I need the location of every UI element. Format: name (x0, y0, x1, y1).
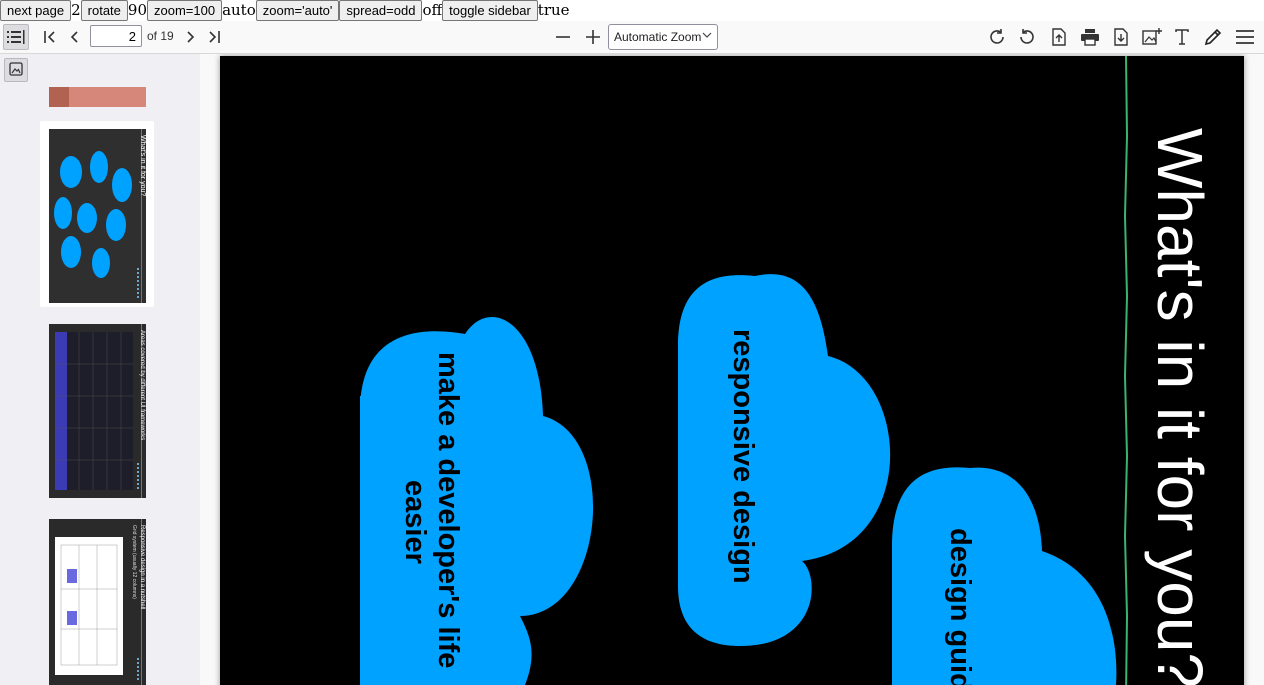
zoom-value: auto (222, 1, 256, 19)
bubble-3-line-1: design guid (944, 528, 976, 685)
image-icon (9, 61, 23, 80)
zoom-in-icon[interactable] (580, 24, 606, 50)
pdf-page: What's in it for you? make a developer's… (220, 56, 1244, 685)
thumbnail-title: Areas covered by different UI frameworks (139, 330, 145, 440)
accent-line (1123, 56, 1129, 685)
page-number-input[interactable] (90, 25, 142, 47)
menu-icon[interactable] (1232, 24, 1258, 50)
toggle-sidebar-button[interactable]: toggle sidebar (442, 0, 538, 21)
thumbnail-page-3[interactable]: Areas covered by different UI frameworks (40, 316, 154, 502)
open-file-icon[interactable] (1046, 24, 1072, 50)
slide-title: What's in it for you? (1144, 128, 1216, 685)
thumbnail-page-2[interactable]: What's in it for you? (40, 121, 154, 307)
thumbnail-sidebar: What's in it for you? Areas covered by d… (0, 54, 200, 685)
page-value: 2 (71, 1, 81, 19)
document-viewer[interactable]: What's in it for you? make a developer's… (200, 54, 1264, 685)
thumbnail-title: What's in it for you? (139, 135, 146, 196)
rotate-cw-icon[interactable] (984, 24, 1010, 50)
draw-icon[interactable] (1200, 24, 1226, 50)
zoom-out-icon[interactable] (550, 24, 576, 50)
thumbnail-subtitle: Grid system (usually 12 columns) (131, 525, 137, 599)
previous-page-icon[interactable] (62, 24, 88, 50)
rotate-value: 90 (127, 1, 147, 19)
first-page-icon[interactable] (37, 24, 63, 50)
text-icon[interactable] (1169, 24, 1195, 50)
viewer-toolbar: of 19 Automatic Zoom (0, 21, 1264, 54)
rotate-ccw-icon[interactable] (1014, 24, 1040, 50)
sidebar-value: true (537, 1, 570, 19)
bubble-1-line-1: make a developer's life (432, 352, 464, 668)
download-icon[interactable] (1108, 24, 1134, 50)
rotate-button[interactable]: rotate (80, 0, 128, 21)
print-icon[interactable] (1077, 24, 1103, 50)
thumbnail-page-1[interactable] (40, 54, 154, 110)
spread-value: off (422, 1, 443, 19)
spread-odd-button[interactable]: spread=odd (339, 0, 423, 21)
thumbnail-view-button[interactable] (4, 58, 28, 82)
zoom-select-label: Automatic Zoom (614, 30, 702, 44)
sidebar-toggle-icon[interactable] (3, 24, 29, 50)
zoom-auto-button[interactable]: zoom='auto' (255, 0, 340, 21)
zoom-select[interactable]: Automatic Zoom (608, 24, 718, 50)
add-image-icon[interactable] (1139, 24, 1165, 50)
page-count-label: of 19 (147, 29, 174, 43)
debug-bar: next page 2 rotate 90 zoom=100 auto zoom… (0, 0, 1264, 21)
next-page-button[interactable]: next page (0, 0, 72, 21)
thumbnail-page-4[interactable]: Responsive design in a nutshell Grid sys… (40, 511, 154, 685)
zoom-100-button[interactable]: zoom=100 (147, 0, 223, 21)
bubble-responsive-design: responsive design (678, 274, 891, 646)
bubble-design-guidelines: design guid (892, 467, 1117, 685)
last-page-icon[interactable] (201, 24, 227, 50)
bubble-make-developers-life-easier: make a developer's life easier (360, 317, 593, 685)
next-page-icon[interactable] (177, 24, 203, 50)
chevron-down-icon (702, 30, 712, 43)
thumbnail-title: Responsive design in a nutshell (139, 525, 145, 609)
bubble-1-line-2: easier (399, 480, 431, 564)
bubble-2-line-1: responsive design (727, 329, 759, 584)
